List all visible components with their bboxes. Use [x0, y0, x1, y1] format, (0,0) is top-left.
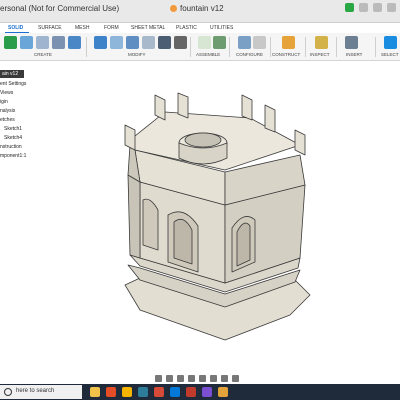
viewport[interactable]	[0, 60, 400, 372]
tower-model	[124, 92, 311, 341]
app-title: ersonal (Not for Commercial Use)	[0, 4, 120, 13]
toolbar: CREATE MODIFY ASSEMBLE CONFIGURE CONSTRU…	[0, 33, 400, 61]
select-icon[interactable]	[384, 36, 397, 49]
configure-menu[interactable]: CONFIGURE	[236, 52, 263, 57]
separator	[375, 37, 376, 57]
orbit-icon[interactable]	[155, 374, 162, 382]
edge-icon[interactable]	[138, 387, 148, 397]
parameters-icon[interactable]	[238, 36, 251, 49]
account-icon[interactable]	[387, 3, 396, 12]
app-icon[interactable]	[202, 387, 212, 397]
modify-menu[interactable]: MODIFY	[128, 52, 146, 57]
battlement-3	[241, 94, 253, 121]
taskbar-search[interactable]: here to search	[0, 385, 82, 399]
store-icon[interactable]	[170, 387, 180, 397]
new-component-icon[interactable]	[4, 36, 17, 49]
navigation-bar	[155, 373, 250, 383]
browser-node-sketch4[interactable]: Sketch4	[4, 134, 22, 142]
window-left	[142, 198, 159, 251]
battlement-4	[264, 104, 276, 133]
tab-solid[interactable]: SOLID	[8, 25, 23, 31]
viewports-icon[interactable]	[232, 374, 239, 382]
assemble-menu[interactable]: ASSEMBLE	[196, 52, 220, 57]
measure-icon[interactable]	[315, 36, 328, 49]
display-settings-icon[interactable]	[210, 374, 217, 382]
fusion-doc-icon	[170, 5, 177, 12]
construct-menu[interactable]: CONSTRUCT	[272, 52, 300, 57]
help-icon[interactable]	[373, 3, 382, 12]
search-icon	[4, 388, 12, 396]
create-sketch-icon[interactable]	[20, 36, 33, 49]
extrude-icon[interactable]	[36, 36, 49, 49]
file-explorer-icon[interactable]	[122, 387, 132, 397]
battlement-6	[294, 129, 306, 156]
fusion-taskbar-icon[interactable]	[218, 387, 228, 397]
shell-icon[interactable]	[142, 36, 155, 49]
fit-icon[interactable]	[199, 374, 206, 382]
move-icon[interactable]	[174, 36, 187, 49]
tab-sheet-metal[interactable]: SHEET METAL	[131, 25, 165, 31]
browser-node-origin[interactable]: igin	[0, 98, 8, 106]
title-bar: ersonal (Not for Commercial Use) fountai…	[0, 0, 400, 23]
body-far-left-face	[127, 174, 141, 259]
chimney-hole	[184, 132, 222, 148]
insert-menu[interactable]: INSERT	[346, 52, 362, 57]
tab-plastic[interactable]: PLASTIC	[176, 25, 197, 31]
revolve-icon[interactable]	[52, 36, 65, 49]
look-at-icon[interactable]	[166, 374, 173, 382]
task-view-icon[interactable]	[90, 387, 100, 397]
browser-node-views[interactable]: Views	[0, 89, 13, 97]
hole-icon[interactable]	[68, 36, 81, 49]
chrome-icon[interactable]	[106, 387, 116, 397]
notifications-icon[interactable]	[359, 3, 368, 12]
tab-surface[interactable]: SURFACE	[38, 25, 62, 31]
search-placeholder: here to search	[16, 388, 55, 394]
fillet-icon[interactable]	[110, 36, 123, 49]
browser-root-node[interactable]: ain v12	[0, 70, 24, 78]
battlement-2	[177, 92, 189, 119]
separator	[336, 37, 337, 57]
create-menu[interactable]: CREATE	[34, 52, 52, 57]
separator	[190, 37, 191, 57]
joint-icon[interactable]	[213, 36, 226, 49]
combine-icon[interactable]	[158, 36, 171, 49]
taskbar: here to search	[0, 384, 400, 400]
configure-icon[interactable]	[253, 36, 266, 49]
press-pull-icon[interactable]	[94, 36, 107, 49]
mail-icon[interactable]	[186, 387, 196, 397]
separator	[270, 37, 271, 57]
browser-node-sketch1[interactable]: Sketch1	[4, 125, 22, 133]
ribbon-tabs: SOLID SURFACE MESH FORM SHEET METAL PLAS…	[0, 23, 400, 34]
browser-node-construction[interactable]: nstruction	[0, 143, 22, 151]
chamfer-icon[interactable]	[126, 36, 139, 49]
tab-utilities[interactable]: UTILITIES	[210, 25, 233, 31]
zoom-icon[interactable]	[188, 374, 195, 382]
document-tab-label: fountain v12	[180, 4, 224, 13]
offset-plane-icon[interactable]	[282, 36, 295, 49]
separator	[86, 37, 87, 57]
window-center-inner	[173, 218, 193, 265]
tab-form[interactable]: FORM	[104, 25, 119, 31]
jobs-status-icon[interactable]	[345, 3, 354, 12]
battlement-5	[124, 124, 136, 151]
inspect-menu[interactable]: INSPECT	[310, 52, 330, 57]
office-icon[interactable]	[154, 387, 164, 397]
browser-node-sketches[interactable]: etches	[0, 116, 15, 124]
pan-icon[interactable]	[177, 374, 184, 382]
browser-node-settings[interactable]: ent Settings	[0, 80, 26, 88]
browser-node-analysis[interactable]: nalysis	[0, 107, 15, 115]
separator	[305, 37, 306, 57]
document-tab[interactable]: fountain v12	[170, 4, 224, 13]
separator	[229, 37, 230, 57]
title-right-icons	[345, 3, 396, 12]
grid-settings-icon[interactable]	[221, 374, 228, 382]
battlement-1	[154, 94, 166, 121]
browser-node-component[interactable]: mponent1:1	[0, 152, 26, 160]
select-menu[interactable]: SELECT	[381, 52, 399, 57]
insert-icon[interactable]	[345, 36, 358, 49]
new-joint-icon[interactable]	[198, 36, 211, 49]
tab-mesh[interactable]: MESH	[75, 25, 89, 31]
window-right-inner	[236, 222, 251, 267]
